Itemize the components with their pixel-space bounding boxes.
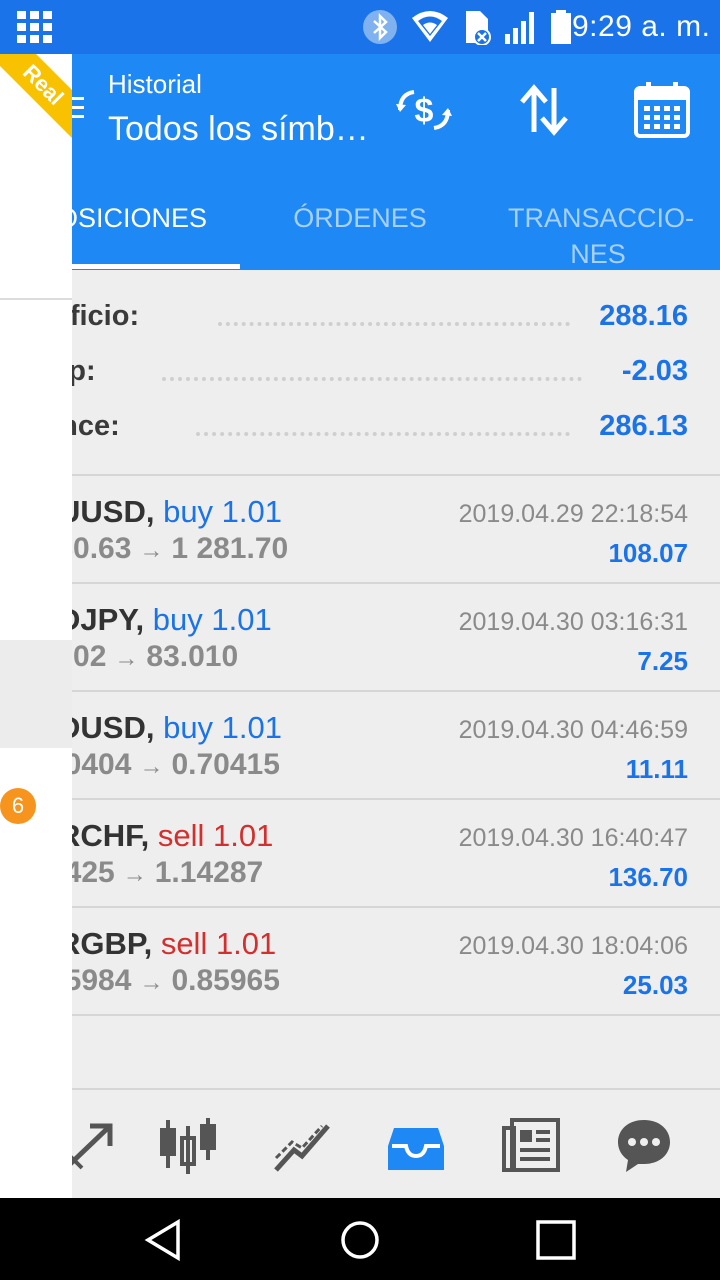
close-price: 0.85965 [171, 964, 280, 997]
position-profit: 136.70 [608, 862, 688, 892]
apps-grid-icon[interactable] [17, 11, 53, 43]
position-profit: 25.03 [622, 970, 688, 1000]
position-side: buy 1.01 [163, 710, 283, 745]
position-prices: 35984 → 0.85965 [72, 964, 280, 998]
bottom-navigation [64, 1088, 720, 1198]
wifi-icon [412, 11, 448, 42]
open-price: 35984 [72, 964, 132, 997]
position-side: buy 1.01 [163, 494, 283, 529]
summary-label: vap: [72, 355, 96, 387]
position-row[interactable]: RCHF, sell 1.01 4425 → 1.14287 2019.04.30 … [72, 800, 720, 906]
position-row[interactable]: DUSD, buy 1.01 70404 → 0.70415 2019.04.30 … [72, 692, 720, 798]
position-time: 2019.04.30 04:46:59 [458, 716, 688, 744]
drawer-divider [0, 298, 72, 300]
currency-exchange-icon[interactable]: $ [394, 80, 454, 140]
position-symbol: DJPY, buy 1.01 [72, 602, 272, 638]
tab-transacciones[interactable]: TRANSACCIO- NES [508, 200, 694, 272]
position-profit: 11.11 [625, 754, 688, 784]
line-chart-icon[interactable] [272, 1116, 332, 1176]
history-content[interactable]: neficio: 288.16 vap: -2.03 lance: 286.13… [72, 270, 720, 1090]
summary-value: 288.16 [599, 300, 688, 332]
position-row[interactable]: UUSD, buy 1.01 .80.63 → 1 281.70 2019.04.2… [72, 476, 720, 582]
real-account-label: Real [0, 54, 72, 151]
summary-profit-row: neficio: 288.16 [72, 300, 720, 340]
notification-badge: 6 [0, 788, 36, 824]
position-time: 2019.04.30 18:04:06 [458, 932, 688, 960]
summary-value: -2.03 [621, 355, 688, 387]
position-row[interactable]: RGBP, sell 1.01 35984 → 0.85965 2019.04.30… [72, 908, 720, 1014]
side-drawer[interactable]: 6 [0, 54, 72, 1198]
symbol-text: DUSD, [72, 710, 155, 745]
active-tab-indicator [72, 264, 240, 269]
symbol-text: RGBP, [72, 926, 153, 961]
system-navigation-bar [0, 1198, 720, 1280]
price-arrow: → [139, 537, 164, 564]
account-ribbon: Real [0, 54, 72, 164]
dotted-leader [218, 322, 570, 326]
calendar-icon[interactable] [632, 80, 692, 140]
position-symbol: DUSD, buy 1.01 [72, 710, 282, 746]
candlestick-chart-icon[interactable] [158, 1116, 218, 1176]
position-symbol: UUSD, buy 1.01 [72, 494, 282, 530]
position-row[interactable]: DJPY, buy 1.01 .002 → 83.010 2019.04.30 03… [72, 584, 720, 690]
close-price: 83.010 [146, 640, 239, 673]
open-price: .002 [72, 640, 107, 673]
position-prices: 4425 → 1.14287 [72, 856, 263, 890]
divider [72, 1014, 720, 1016]
position-side: sell 1.01 [160, 926, 277, 961]
position-profit: 108.07 [608, 538, 688, 568]
history-inbox-icon[interactable] [386, 1116, 446, 1176]
position-profit: 7.25 [637, 646, 688, 676]
symbol-text: UUSD, [72, 494, 155, 529]
summary-value: 286.13 [599, 410, 688, 442]
position-time: 2019.04.29 22:18:54 [458, 500, 688, 528]
open-price: .80.63 [72, 532, 132, 565]
tab-ordenes[interactable]: ÓRDENES [280, 200, 440, 236]
status-time: 9:29 a. m. [572, 10, 711, 43]
position-symbol: RGBP, sell 1.01 [72, 926, 276, 962]
menu-icon[interactable] [72, 97, 84, 121]
position-side: buy 1.01 [152, 602, 272, 637]
drawer-selected-item[interactable] [0, 640, 72, 748]
dotted-leader [196, 432, 570, 436]
open-price: 4425 [72, 856, 115, 889]
close-price: 1.14287 [154, 856, 264, 889]
price-arrow: → [122, 861, 147, 888]
price-arrow: → [139, 969, 164, 996]
status-bar: 9:29 a. m. [0, 0, 720, 54]
sort-icon[interactable] [514, 80, 574, 140]
open-price: 70404 [72, 748, 132, 781]
battery-icon [551, 10, 571, 44]
summary-label: neficio: [72, 300, 140, 332]
position-prices: .002 → 83.010 [72, 640, 238, 674]
position-prices: 70404 → 0.70415 [72, 748, 280, 782]
summary-label: lance: [72, 410, 120, 442]
tab-bar: OSICIONES ÓRDENES TRANSACCIO- NES [57, 180, 720, 272]
bluetooth-icon [363, 10, 397, 44]
position-prices: .80.63 → 1 281.70 [72, 532, 288, 566]
price-arrow: → [139, 753, 164, 780]
position-symbol: RCHF, sell 1.01 [72, 818, 273, 854]
recents-icon[interactable] [534, 1218, 578, 1262]
header-subtitle: Historial [108, 69, 202, 99]
signal-icon [505, 12, 534, 44]
position-side: sell 1.01 [157, 818, 274, 853]
close-price: 1 281.70 [171, 532, 289, 565]
chat-icon[interactable] [614, 1116, 674, 1176]
symbol-text: RCHF, [72, 818, 150, 853]
svg-text:$: $ [415, 92, 434, 130]
position-time: 2019.04.30 03:16:31 [458, 608, 688, 636]
summary-swap-row: vap: -2.03 [72, 355, 720, 395]
close-price: 0.70415 [171, 748, 280, 781]
back-icon[interactable] [142, 1218, 186, 1262]
news-icon[interactable] [502, 1116, 562, 1176]
home-icon[interactable] [338, 1218, 382, 1262]
symbol-text: DJPY, [72, 602, 145, 637]
summary-balance-row: lance: 286.13 [72, 410, 720, 450]
dotted-leader [162, 377, 582, 381]
header-title[interactable]: Todos los símb… [108, 110, 369, 149]
sim-icon [466, 11, 491, 45]
position-time: 2019.04.30 16:40:47 [458, 824, 688, 852]
price-arrow: → [114, 645, 139, 672]
